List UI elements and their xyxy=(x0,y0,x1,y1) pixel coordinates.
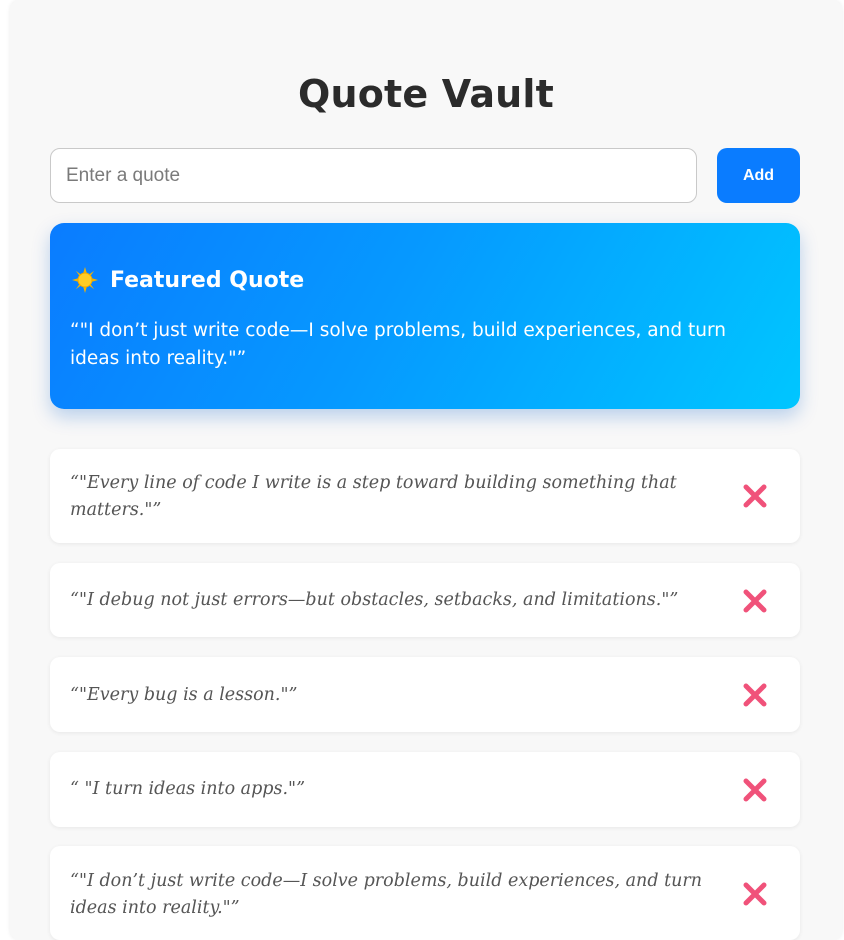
featured-quote-card: Featured Quote “"I don’t just write code… xyxy=(50,223,800,409)
cross-mark-icon xyxy=(743,484,767,508)
cross-mark-icon xyxy=(743,683,767,707)
quote-card: “"I don’t just write code—I solve proble… xyxy=(50,846,800,940)
quote-text: “"I debug not just errors—but obstacles,… xyxy=(70,590,679,610)
featured-heading-label: Featured Quote xyxy=(110,267,305,293)
featured-quote-text: “"I don’t just write code—I solve proble… xyxy=(70,320,726,369)
page-title: Quote Vault xyxy=(297,72,555,116)
cross-mark-icon xyxy=(743,589,767,613)
delete-quote-button[interactable] xyxy=(740,481,770,511)
delete-quote-button[interactable] xyxy=(740,680,770,710)
sun-icon xyxy=(72,267,98,293)
featured-heading: Featured Quote xyxy=(72,267,304,293)
delete-quote-button[interactable] xyxy=(740,879,770,909)
cross-mark-icon xyxy=(743,778,767,802)
quote-text: “"Every line of code I write is a step t… xyxy=(70,473,677,520)
cross-mark-icon xyxy=(743,882,767,906)
quote-card: “"Every bug is a lesson."” xyxy=(50,657,800,732)
quote-text: “ "I turn ideas into apps."” xyxy=(70,779,306,799)
delete-quote-button[interactable] xyxy=(740,775,770,805)
delete-quote-button[interactable] xyxy=(740,586,770,616)
add-button[interactable]: Add xyxy=(717,148,800,203)
quote-card: “"I debug not just errors—but obstacles,… xyxy=(50,563,800,637)
quote-text: “"I don’t just write code—I solve proble… xyxy=(70,871,703,918)
quote-card: “ "I turn ideas into apps."” xyxy=(50,752,800,827)
app-container: Quote Vault Add xyxy=(10,0,842,940)
quote-card: “"Every line of code I write is a step t… xyxy=(50,449,800,543)
quote-input[interactable] xyxy=(50,148,697,203)
quote-text: “"Every bug is a lesson."” xyxy=(70,685,298,705)
